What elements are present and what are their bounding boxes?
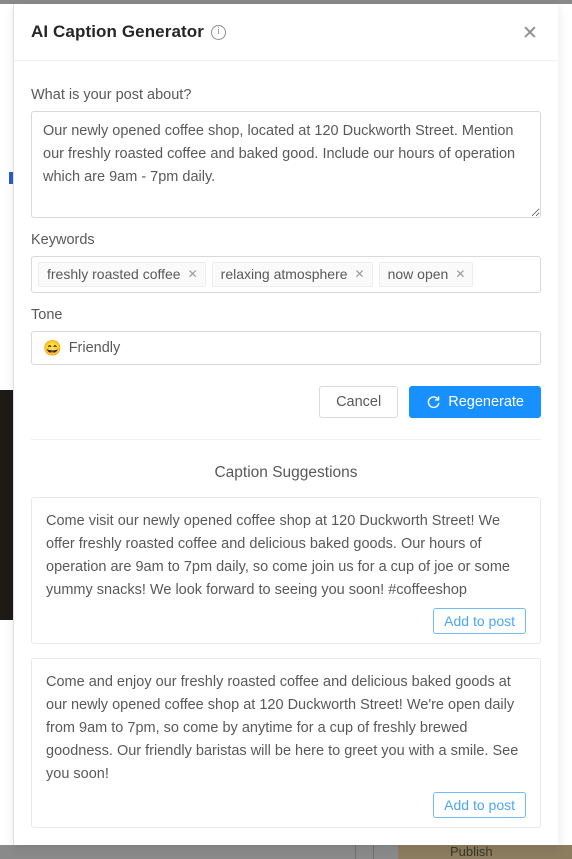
- regenerate-button-label: Regenerate: [448, 394, 524, 410]
- bottom-bar-cell: [355, 845, 373, 859]
- background-dark-panel: [0, 390, 13, 620]
- modal-body: What is your post about? Keywords freshl…: [14, 61, 558, 828]
- suggestion-text: Come and enjoy our freshly roasted coffe…: [46, 674, 519, 782]
- keyword-remove-icon[interactable]: ✕: [355, 268, 365, 280]
- form-actions: Cancel Regenerate: [31, 386, 541, 418]
- keywords-input[interactable]: freshly roasted coffee ✕ relaxing atmosp…: [31, 256, 541, 293]
- bottom-bar-publish-label: Publish: [398, 845, 572, 859]
- regenerate-button[interactable]: Regenerate: [409, 386, 541, 418]
- section-divider: [31, 439, 541, 440]
- keyword-chip-label: relaxing atmosphere: [220, 266, 348, 282]
- ai-caption-generator-modal: AI Caption Generator i ✕ What is your po…: [14, 4, 558, 845]
- tone-select[interactable]: 😄 Friendly: [31, 331, 541, 365]
- cancel-button[interactable]: Cancel: [319, 386, 399, 418]
- refresh-icon: [426, 395, 441, 410]
- keyword-remove-icon[interactable]: ✕: [455, 268, 465, 280]
- modal-header: AI Caption Generator i ✕: [14, 4, 558, 61]
- caption-suggestions-heading: Caption Suggestions: [214, 464, 358, 481]
- post-about-label: What is your post about?: [31, 87, 192, 103]
- suggestion-card: Come visit our newly opened coffee shop …: [31, 497, 541, 644]
- bottom-bar-cell: [0, 845, 355, 859]
- smiling-face-icon: 😄: [43, 339, 62, 357]
- keyword-chip[interactable]: relaxing atmosphere ✕: [211, 262, 373, 287]
- keyword-remove-icon[interactable]: ✕: [188, 268, 198, 280]
- close-icon[interactable]: ✕: [514, 17, 546, 49]
- tone-selected-value: Friendly: [68, 340, 121, 356]
- keyword-chip[interactable]: now open ✕: [378, 262, 474, 287]
- keywords-label: Keywords: [31, 232, 95, 248]
- suggestion-text: Come visit our newly opened coffee shop …: [46, 513, 510, 598]
- tone-label: Tone: [31, 307, 63, 323]
- add-to-post-button[interactable]: Add to post: [433, 608, 526, 634]
- background-bottom-bar: Publish: [0, 845, 572, 859]
- info-circle-icon[interactable]: i: [210, 24, 226, 40]
- suggestion-card: Come and enjoy our freshly roasted coffe…: [31, 658, 541, 828]
- keyword-chip-label: freshly roasted coffee: [47, 266, 181, 282]
- background-accent-mark: [9, 172, 13, 184]
- keyword-chip[interactable]: freshly roasted coffee ✕: [38, 262, 206, 287]
- bottom-bar-cell: [373, 845, 398, 859]
- post-about-input[interactable]: [31, 111, 541, 218]
- add-to-post-button[interactable]: Add to post: [433, 792, 526, 818]
- keyword-chip-label: now open: [387, 266, 449, 282]
- suggestion-card-actions: Add to post: [46, 608, 526, 634]
- suggestion-card-actions: Add to post: [46, 792, 526, 818]
- page-title: AI Caption Generator: [31, 22, 204, 41]
